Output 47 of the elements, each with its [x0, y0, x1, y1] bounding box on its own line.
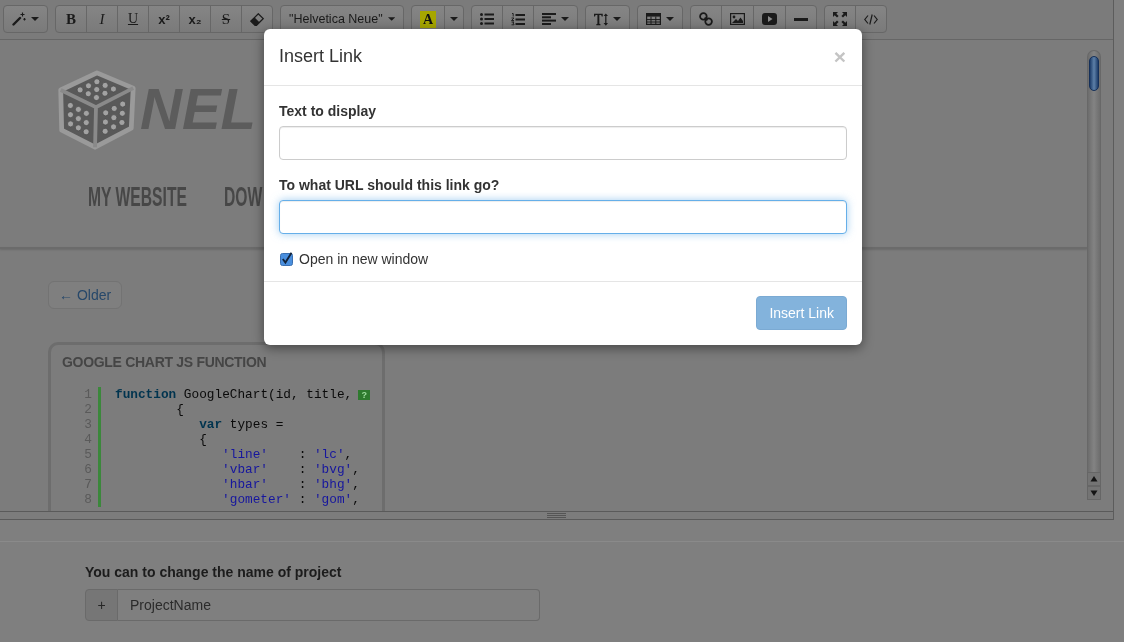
code-line: {	[175, 402, 184, 417]
subscript-button[interactable]: x₂	[179, 5, 211, 33]
resize-grip-icon[interactable]	[547, 513, 566, 518]
text-height-icon	[594, 12, 609, 26]
code-line: {	[198, 432, 207, 447]
code-view-button[interactable]	[855, 5, 888, 33]
magic-wand-button[interactable]	[3, 5, 48, 33]
align-left-icon	[542, 13, 557, 25]
scroll-up-icon[interactable]	[1087, 472, 1101, 486]
table-icon	[646, 13, 662, 25]
field-label: Text to display	[279, 101, 376, 121]
code-line: 'hbar' : 'bhg',	[221, 477, 360, 492]
play-icon	[762, 13, 778, 25]
code-line: function GoogleChart(id, title,	[115, 387, 353, 402]
cube-logo-icon	[55, 70, 137, 152]
input-field[interactable]	[279, 125, 847, 160]
help-marker[interactable]: ?	[358, 389, 371, 400]
strikethrough-button[interactable]: S	[210, 5, 242, 33]
scrollbar-thumb[interactable]	[1089, 56, 1099, 91]
code-line: 'gometer' : 'gom',	[221, 492, 360, 507]
scroll-down-icon[interactable]	[1087, 486, 1101, 500]
input-field[interactable]	[279, 199, 847, 234]
field-label: You can to change the name of project	[85, 563, 342, 582]
expand-arrows-icon	[833, 12, 848, 26]
image-icon	[730, 13, 746, 25]
italic-button[interactable]: I	[86, 5, 118, 33]
older-button[interactable]: ← Older	[48, 281, 123, 309]
checkbox-label[interactable]: Open in new window	[299, 248, 429, 269]
bullet-list-icon	[480, 13, 495, 25]
card-title: GOOGLE CHART JS FUNCTION	[62, 353, 267, 371]
field-label: To what URL should this link go?	[279, 175, 500, 195]
magic-wand-icon	[12, 12, 26, 26]
modal-title: Insert Link	[279, 45, 363, 68]
code-icon	[864, 13, 879, 25]
chain-icon	[699, 12, 714, 26]
code-line: 'vbar' : 'bvg',	[221, 462, 360, 477]
code-line: 'line' : 'lc',	[221, 447, 353, 462]
project-name-field[interactable]: ProjectName	[118, 589, 540, 621]
eraser-icon	[250, 12, 264, 26]
checkbox[interactable]	[280, 251, 293, 266]
superscript-button[interactable]: x²	[148, 5, 180, 33]
input-addon: +	[85, 589, 118, 621]
bold-button[interactable]: B	[55, 5, 87, 33]
numbered-list-icon	[511, 12, 526, 26]
underline-button[interactable]: U	[117, 5, 149, 33]
code-line: var types =	[198, 417, 284, 432]
clear-format-button[interactable]	[241, 5, 273, 33]
